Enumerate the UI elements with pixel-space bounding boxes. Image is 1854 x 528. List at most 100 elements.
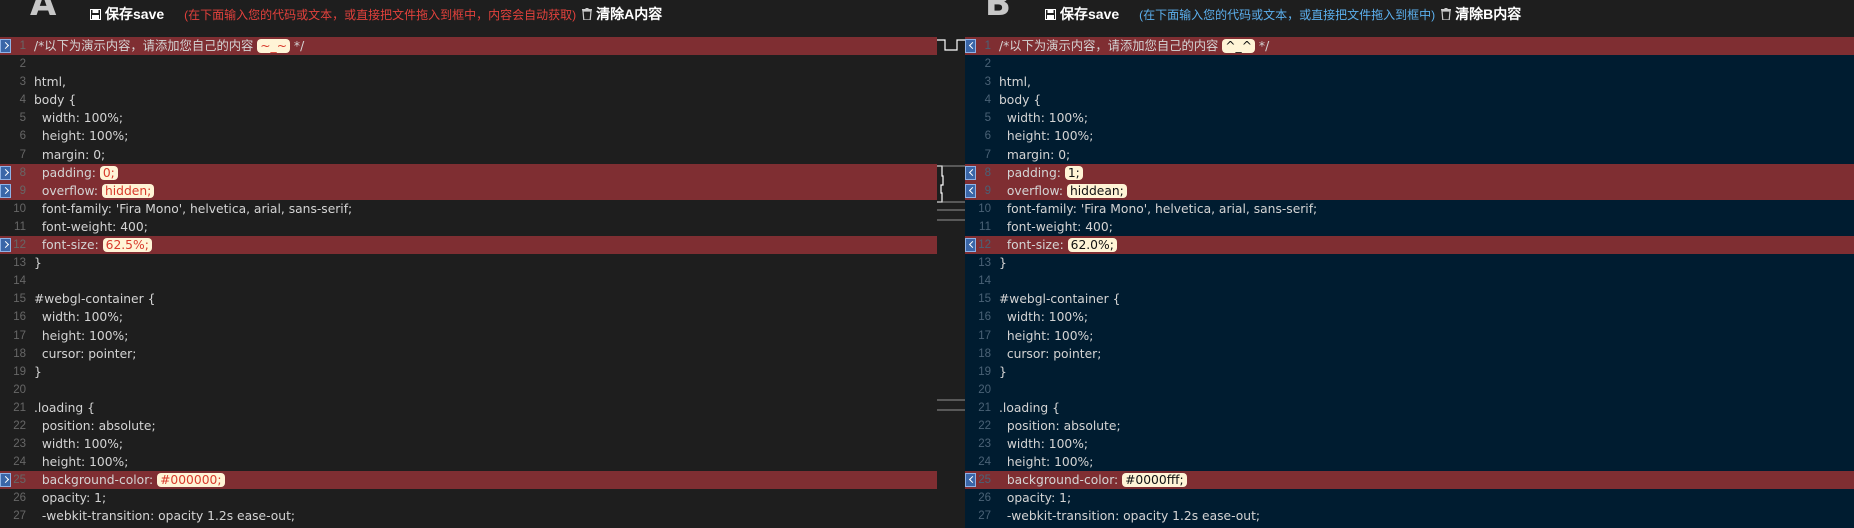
- code-line[interactable]: 7 margin: 0;: [965, 146, 1854, 164]
- code-line[interactable]: 4 body {: [965, 91, 1854, 109]
- code-segment: body {: [999, 93, 1042, 108]
- code-text: font-size: 62.0%;: [999, 236, 1117, 254]
- code-text: height: 100%;: [34, 327, 129, 345]
- code-line[interactable]: 13}: [0, 254, 937, 272]
- code-line[interactable]: 9 overflow: hidden;: [0, 181, 937, 200]
- code-segment: }: [34, 364, 42, 379]
- code-segment: overflow:: [34, 183, 102, 198]
- code-text: width: 100%;: [34, 308, 123, 326]
- code-segment: padding:: [34, 165, 100, 180]
- clear-a-button[interactable]: 清除A内容: [582, 4, 662, 24]
- code-line[interactable]: 26 opacity: 1;: [965, 489, 1854, 507]
- line-number: 27: [978, 510, 991, 523]
- code-text: cursor: pointer;: [999, 345, 1102, 363]
- clear-b-button[interactable]: 清除B内容: [1441, 4, 1521, 24]
- code-line[interactable]: 17 height: 100%;: [0, 327, 937, 345]
- code-line[interactable]: 10 font-family: 'Fira Mono', helvetica, …: [0, 200, 937, 218]
- code-line[interactable]: 25 background-color: #000000;: [0, 471, 937, 490]
- line-number: 4: [984, 94, 991, 107]
- code-segment: font-weight: 400;: [34, 219, 148, 234]
- line-number: 7: [984, 148, 991, 161]
- code-line[interactable]: 5 width: 100%;: [0, 109, 937, 127]
- code-text: -webkit-transition: opacity 1.2s ease-ou…: [999, 507, 1260, 525]
- code-line[interactable]: 8 padding: 1;: [965, 163, 1854, 182]
- code-segment: height: 100%;: [999, 129, 1094, 144]
- code-line[interactable]: 1 /*以下为演示内容，请添加您自己的内容 ~_~ */: [0, 37, 937, 56]
- code-line[interactable]: 6 height: 100%;: [965, 127, 1854, 145]
- code-line[interactable]: 15 #webgl-container {: [0, 290, 937, 308]
- line-number: 9: [19, 184, 26, 197]
- code-line[interactable]: 23 width: 100%;: [0, 435, 937, 453]
- line-number: 20: [978, 383, 991, 396]
- code-line[interactable]: 12 font-size: 62.0%;: [965, 236, 1854, 255]
- line-number: 14: [13, 275, 26, 288]
- code-segment: height: 100%;: [999, 328, 1094, 343]
- code-line[interactable]: 21 .loading {: [965, 399, 1854, 417]
- code-line[interactable]: 23 width: 100%;: [965, 435, 1854, 453]
- code-line[interactable]: 10 font-family: 'Fira Mono', helvetica, …: [965, 200, 1854, 218]
- line-number: 23: [13, 438, 26, 451]
- code-line[interactable]: 4 body {: [0, 91, 937, 109]
- code-line[interactable]: 26 opacity: 1;: [0, 489, 937, 507]
- editor-a[interactable]: 1/*以下为演示内容，请添加您自己的内容 ~_~ */2 3 html, 4 body …: [0, 37, 937, 528]
- line-number: 22: [13, 419, 26, 432]
- save-b-button[interactable]: 保存save: [1045, 4, 1119, 24]
- code-segment: width: 100%;: [34, 310, 124, 325]
- code-line[interactable]: 22 position: absolute;: [965, 417, 1854, 435]
- editor-b[interactable]: 1/*以下为演示内容，请添加您自己的内容 ^_^ */2 3 html, 4 body …: [965, 37, 1854, 528]
- code-line[interactable]: 6 height: 100%;: [0, 127, 937, 145]
- code-line[interactable]: 8 padding: 0;: [0, 163, 937, 182]
- floppy-disk-icon: [90, 8, 101, 20]
- code-line[interactable]: 11 font-weight: 400;: [965, 218, 1854, 236]
- code-line[interactable]: 1 /*以下为演示内容，请添加您自己的内容 ^_^ */: [965, 37, 1854, 56]
- save-a-button[interactable]: 保存save: [90, 4, 164, 24]
- code-line[interactable]: 19}: [965, 363, 1854, 381]
- line-number: 16: [13, 311, 26, 324]
- code-line[interactable]: 16 width: 100%;: [965, 308, 1854, 326]
- code-text: padding: 0;: [34, 164, 118, 182]
- code-line[interactable]: 16 width: 100%;: [0, 308, 937, 326]
- code-text: body {: [999, 91, 1041, 109]
- code-line[interactable]: 24 height: 100%;: [0, 453, 937, 471]
- code-text: }: [999, 363, 1007, 381]
- code-line[interactable]: 2: [965, 55, 1854, 73]
- code-text: position: absolute;: [34, 417, 156, 435]
- code-segment: opacity: 1;: [999, 491, 1072, 506]
- panel-a-toolbar: A 保存save (在下面输入您的代码或文本，或直接把文件拖入到框中，内容会自动…: [30, 0, 662, 28]
- code-line[interactable]: 25 background-color: #0000fff;: [965, 471, 1854, 490]
- code-line[interactable]: 24 height: 100%;: [965, 453, 1854, 471]
- code-line[interactable]: 19}: [0, 363, 937, 381]
- code-line[interactable]: 9 overflow: hiddean;: [965, 181, 1854, 200]
- code-text: height: 100%;: [999, 327, 1094, 345]
- line-number: 1: [19, 40, 26, 52]
- code-line[interactable]: 27 -webkit-transition: opacity 1.2s ease…: [0, 507, 937, 525]
- code-line[interactable]: 21 .loading {: [0, 399, 937, 417]
- code-line[interactable]: 18 cursor: pointer;: [0, 345, 937, 363]
- code-line[interactable]: 3 html,: [965, 73, 1854, 91]
- code-line[interactable]: 17 height: 100%;: [965, 327, 1854, 345]
- code-line[interactable]: 20: [965, 381, 1854, 399]
- code-line[interactable]: 13}: [965, 254, 1854, 272]
- code-line[interactable]: 15 #webgl-container {: [965, 290, 1854, 308]
- code-line[interactable]: 20: [0, 381, 937, 399]
- code-line[interactable]: 27 -webkit-transition: opacity 1.2s ease…: [965, 507, 1854, 525]
- code-line[interactable]: 14: [965, 272, 1854, 290]
- code-line[interactable]: 11 font-weight: 400;: [0, 218, 937, 236]
- code-segment: width: 100%;: [999, 111, 1089, 126]
- code-line[interactable]: 7 margin: 0;: [0, 146, 937, 164]
- code-line[interactable]: 22 position: absolute;: [0, 417, 937, 435]
- code-line[interactable]: 12 font-size: 62.5%;: [0, 236, 937, 255]
- code-line[interactable]: 5 width: 100%;: [965, 109, 1854, 127]
- diff-highlight: ^_^: [1222, 39, 1256, 53]
- code-segment: #webgl-container {: [34, 292, 156, 307]
- line-number: 12: [978, 239, 991, 252]
- line-number: 6: [984, 130, 991, 143]
- code-text: opacity: 1;: [999, 489, 1071, 507]
- line-number: 3: [19, 76, 26, 89]
- code-segment: padding:: [999, 165, 1065, 180]
- code-line[interactable]: 18 cursor: pointer;: [965, 345, 1854, 363]
- code-line[interactable]: 3 html,: [0, 73, 937, 91]
- line-number: 13: [978, 257, 991, 270]
- code-line[interactable]: 2: [0, 55, 937, 73]
- code-line[interactable]: 14: [0, 272, 937, 290]
